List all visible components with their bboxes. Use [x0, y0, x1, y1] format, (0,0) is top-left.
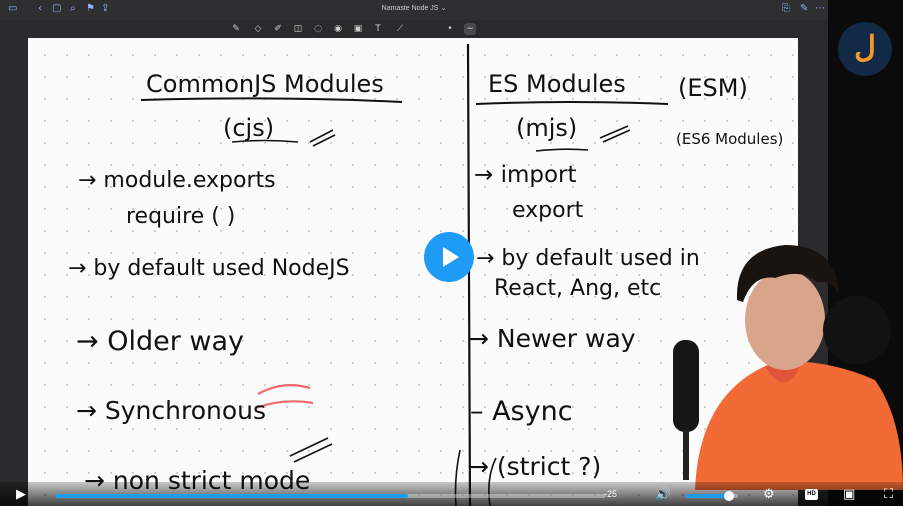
dot-icon[interactable]: • — [444, 23, 456, 35]
channel-logo: ل — [838, 22, 892, 76]
presenter-face — [745, 270, 825, 370]
left-item-default: → by default used NodeJS — [68, 256, 350, 281]
left-subtitle: (cjs) — [223, 114, 275, 142]
left-item-require: require ( ) — [126, 204, 236, 229]
shapes-icon[interactable]: ◫ — [292, 23, 304, 35]
volume-knob[interactable] — [723, 491, 734, 501]
time-remaining: -25 — [604, 489, 618, 499]
microphone — [673, 340, 699, 432]
right-note-es6: (ES6 Modules) — [676, 130, 784, 148]
right-item-strict: → (strict ?) — [468, 452, 602, 481]
lasso-icon[interactable]: ◌ — [312, 23, 324, 35]
right-item-async: – Async — [470, 396, 573, 427]
volume-slider[interactable] — [686, 491, 738, 501]
right-item-import: → import — [474, 162, 577, 188]
pen-icon[interactable]: ✎ — [230, 23, 242, 35]
play-icon — [443, 247, 459, 267]
left-title-underline — [140, 97, 403, 103]
progress-bar[interactable] — [56, 494, 606, 498]
export-icon[interactable]: ⎘ — [782, 4, 790, 14]
left-item-sync: → Synchronous — [76, 396, 267, 425]
highlighter-icon[interactable]: ✐ — [272, 23, 284, 35]
right-title-underline — [475, 101, 669, 105]
eraser-icon[interactable]: ◇ — [252, 23, 264, 35]
image-icon[interactable]: ▣ — [352, 23, 364, 35]
mjs-underline — [535, 148, 589, 152]
fullscreen-icon[interactable]: ⛶ — [884, 487, 893, 503]
laser-icon[interactable]: ⟋ — [394, 23, 406, 35]
more-icon[interactable]: ⋯ — [815, 4, 825, 14]
right-title: ES Modules — [488, 70, 626, 98]
mjs-marks — [599, 125, 631, 143]
cjs-marks — [309, 129, 336, 147]
wave-icon[interactable]: ∼ — [464, 23, 476, 35]
play-button[interactable] — [424, 232, 474, 282]
left-item-exports: → module.exports — [78, 168, 276, 193]
sticker-icon[interactable]: ◉ — [332, 23, 344, 35]
picture-in-picture-icon[interactable]: ▣ — [843, 487, 855, 503]
settings-gear-icon[interactable]: ⚙ — [763, 487, 775, 503]
document-title[interactable]: Namaste Node JS ⌄ — [0, 4, 828, 12]
play-pause-icon[interactable]: ▶ — [16, 487, 26, 503]
volume-fill — [686, 494, 729, 498]
progress-fill — [56, 494, 408, 498]
divider-line — [466, 43, 472, 506]
volume-icon[interactable]: 🔊 — [655, 487, 671, 503]
hd-quality-badge[interactable]: HD — [805, 489, 818, 500]
drawing-toolbar: ✎ ◇ ✐ ◫ ◌ ◉ ▣ T ⟋ • ∼ — [0, 20, 828, 38]
right-title-extra: (ESM) — [678, 74, 748, 102]
presenter-shirt — [695, 361, 903, 490]
right-subtitle: (mjs) — [516, 114, 578, 142]
left-title: CommonJS Modules — [146, 70, 384, 98]
left-item-older: → Older way — [76, 326, 244, 357]
right-item-newer: → Newer way — [468, 324, 636, 353]
title-bar: ▭ ‹ ▢ ⌕ ⚑ ⇪ Namaste Node JS ⌄ ⎘ ✎ ⋯ — [0, 0, 828, 21]
screen: ▭ ‹ ▢ ⌕ ⚑ ⇪ Namaste Node JS ⌄ ⎘ ✎ ⋯ ✎ ◇ … — [0, 0, 903, 506]
sync-marks — [289, 437, 333, 463]
edit-icon[interactable]: ✎ — [800, 4, 808, 14]
logo-glyph: ل — [854, 30, 876, 65]
text-icon[interactable]: T — [372, 23, 384, 35]
presenter-video — [673, 245, 903, 490]
right-item-export: export — [512, 198, 584, 223]
chair — [823, 296, 891, 364]
